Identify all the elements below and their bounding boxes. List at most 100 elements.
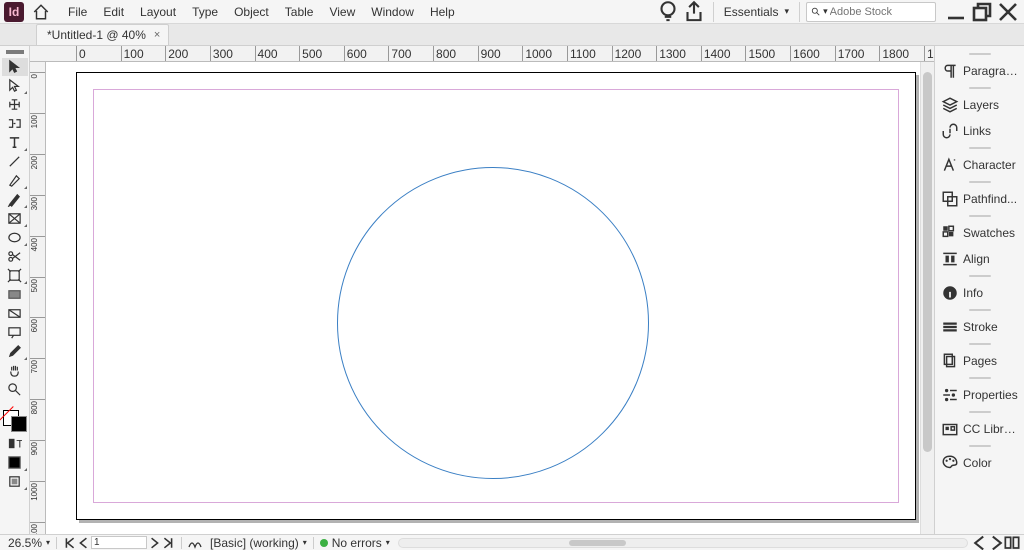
next-page-button[interactable] [147, 536, 161, 550]
page-number-input[interactable] [91, 536, 147, 549]
pen-tool[interactable] [2, 172, 28, 190]
chevron-down-icon: ▾ [823, 6, 828, 17]
info-icon [941, 284, 959, 302]
menu-type[interactable]: Type [184, 0, 226, 23]
ruler-tick: 100 [30, 113, 46, 114]
workspace-label: Essentials [724, 5, 779, 19]
window-restore-button[interactable] [970, 2, 994, 22]
panel-grip-icon[interactable] [6, 50, 24, 54]
menu-edit[interactable]: Edit [95, 0, 132, 23]
last-page-button[interactable] [161, 536, 175, 550]
formatting-container-toggle[interactable]: T [2, 435, 28, 453]
scroll-right-button[interactable] [988, 535, 1004, 550]
panel-layers[interactable]: Layers [935, 92, 1024, 118]
spread-icon[interactable] [184, 535, 206, 550]
type-tool[interactable] [2, 134, 28, 152]
selection-tool[interactable] [2, 58, 28, 76]
stock-search-input[interactable] [830, 6, 931, 18]
free-transform-tool[interactable] [2, 267, 28, 285]
menu-table[interactable]: Table [277, 0, 322, 23]
direct-selection-tool[interactable] [2, 77, 28, 95]
panel-color[interactable]: Color [935, 450, 1024, 476]
panel-grip-icon[interactable] [935, 408, 1024, 416]
scrollbar-thumb[interactable] [923, 72, 932, 452]
panel-grip-icon[interactable] [935, 178, 1024, 186]
ruler-horizontal[interactable]: 0100200300400500600700800900100011001200… [30, 46, 934, 62]
line-tool[interactable] [2, 153, 28, 171]
menu-file[interactable]: File [60, 0, 95, 23]
home-icon[interactable] [32, 3, 50, 21]
apply-color[interactable] [2, 454, 28, 472]
ellipse-tool[interactable] [2, 229, 28, 247]
panel-grip-icon[interactable] [935, 442, 1024, 450]
pencil-tool[interactable] [2, 191, 28, 209]
ruler-tick: 700 [30, 358, 46, 359]
preflight-profile[interactable]: [Basic] (working) ▾ [206, 535, 311, 550]
share-icon[interactable] [681, 0, 707, 23]
ruler-tick: 900 [30, 440, 46, 441]
panel-cc-librar[interactable]: CC Librar... [935, 416, 1024, 442]
panel-pathfind[interactable]: Pathfind... [935, 186, 1024, 212]
panel-swatches[interactable]: Swatches [935, 220, 1024, 246]
panel-label: Color [963, 456, 1018, 470]
ruler-vertical[interactable]: 010020030040050060070080090010001100 [30, 62, 46, 534]
panel-character[interactable]: Character [935, 152, 1024, 178]
panel-label: Character [963, 158, 1018, 172]
panel-align[interactable]: Align [935, 246, 1024, 272]
eyedropper-tool[interactable] [2, 343, 28, 361]
menu-object[interactable]: Object [226, 0, 277, 23]
ellipse-object[interactable] [337, 167, 649, 479]
fill-stroke-swatches[interactable] [2, 409, 28, 433]
page[interactable] [76, 72, 916, 520]
menu-window[interactable]: Window [363, 0, 422, 23]
gradient-feather-tool[interactable] [2, 305, 28, 323]
preflight-status[interactable]: No errors ▾ [316, 535, 394, 550]
gradient-swatch-tool[interactable] [2, 286, 28, 304]
panel-info[interactable]: Info [935, 280, 1024, 306]
ruler-tick: 300 [210, 46, 211, 62]
gap-tool[interactable] [2, 115, 28, 133]
panel-grip-icon[interactable] [935, 50, 1024, 58]
panel-grip-icon[interactable] [935, 144, 1024, 152]
panel-grip-icon[interactable] [935, 212, 1024, 220]
zoom-value: 26.5% [8, 536, 42, 550]
viewport[interactable] [46, 62, 934, 534]
panel-grip-icon[interactable] [935, 84, 1024, 92]
zoom-level[interactable]: 26.5% ▾ [4, 535, 54, 550]
panel-links[interactable]: Links [935, 118, 1024, 144]
scissors-tool[interactable] [2, 248, 28, 266]
scrollbar-thumb[interactable] [569, 540, 626, 546]
panel-grip-icon[interactable] [935, 306, 1024, 314]
horizontal-scrollbar[interactable] [398, 538, 968, 548]
page-tool[interactable] [2, 96, 28, 114]
panel-grip-icon[interactable] [935, 374, 1024, 382]
panel-grip-icon[interactable] [935, 340, 1024, 348]
prev-page-button[interactable] [77, 536, 91, 550]
panel-pages[interactable]: Pages [935, 348, 1024, 374]
close-icon[interactable]: × [154, 29, 160, 41]
zoom-tool[interactable] [2, 381, 28, 399]
menu-layout[interactable]: Layout [132, 0, 184, 23]
menu-help[interactable]: Help [422, 0, 463, 23]
view-mode-toggle[interactable] [2, 473, 28, 491]
stock-search[interactable]: ▾ [806, 2, 936, 22]
split-view-icon[interactable] [1004, 536, 1020, 549]
hint-icon[interactable] [655, 0, 681, 23]
first-page-button[interactable] [63, 536, 77, 550]
menu-view[interactable]: View [321, 0, 363, 23]
panel-paragrap[interactable]: Paragrap... [935, 58, 1024, 84]
rectangle-frame-tool[interactable] [2, 210, 28, 228]
window-close-button[interactable] [996, 2, 1020, 22]
panel-properties[interactable]: Properties [935, 382, 1024, 408]
panel-stroke[interactable]: Stroke [935, 314, 1024, 340]
panel-grip-icon[interactable] [935, 272, 1024, 280]
document-tab[interactable]: *Untitled-1 @ 40% × [36, 24, 169, 45]
workspace-switcher[interactable]: Essentials ▾ [713, 2, 800, 22]
fill-swatch[interactable] [11, 416, 27, 432]
note-tool[interactable] [2, 324, 28, 342]
hand-tool[interactable] [2, 362, 28, 380]
ruler-tick: 200 [165, 46, 166, 62]
vertical-scrollbar[interactable] [920, 62, 934, 534]
scroll-left-button[interactable] [972, 535, 988, 550]
window-minimize-button[interactable] [944, 2, 968, 22]
